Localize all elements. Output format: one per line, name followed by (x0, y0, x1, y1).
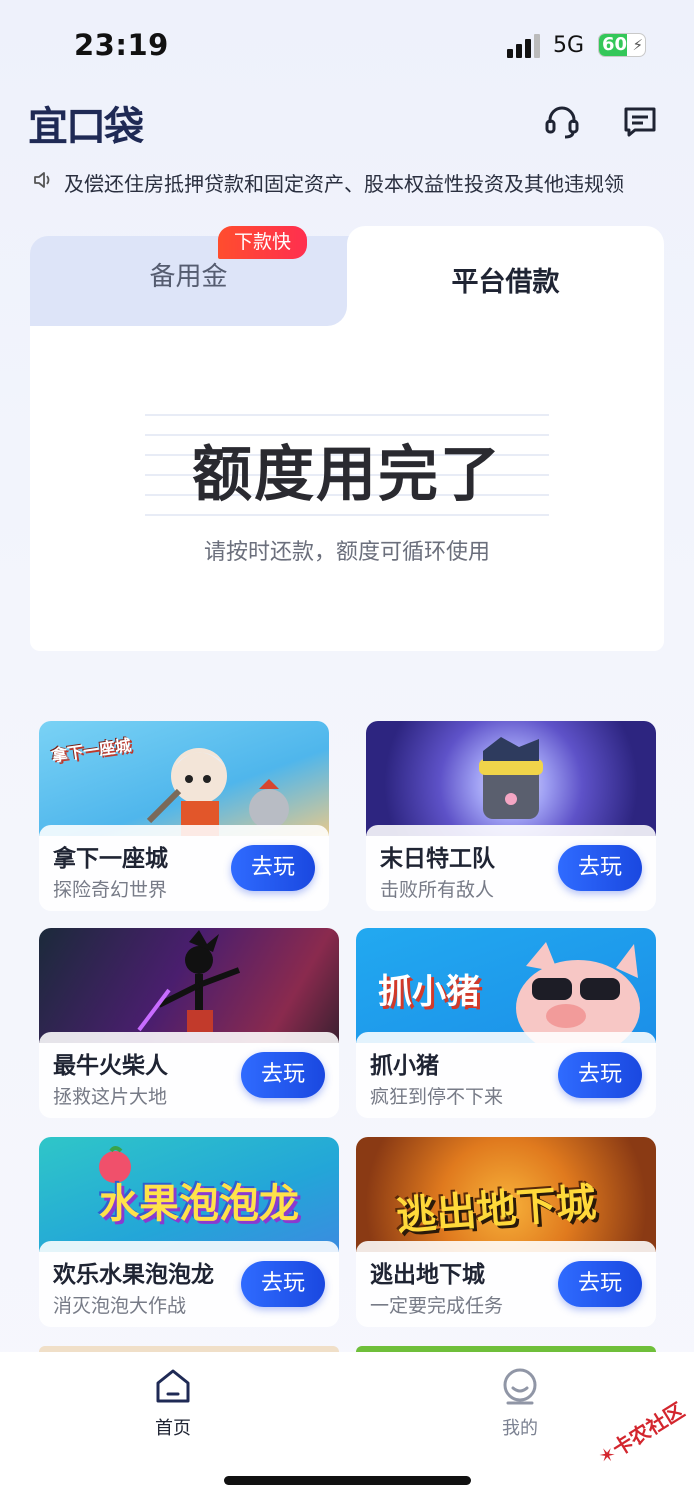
game-card-6[interactable]: 逃出地下城 逃出地下城 一定要完成任务 去玩 (356, 1137, 656, 1327)
game-desc: 疯狂到停不下来 (370, 1086, 504, 1108)
game-art: 逃出地下城 (356, 1137, 656, 1252)
nav-mine-label: 我的 (502, 1418, 538, 1439)
notice-bar[interactable]: 及偿还住房抵押贷款和固定资产、股本权益性投资及其他违规领 (32, 165, 662, 199)
game-art-title: 逃出地下城 (394, 1180, 598, 1240)
play-button[interactable]: 去玩 (241, 1052, 325, 1098)
game-art-title: 水果泡泡龙 (99, 1181, 299, 1227)
game-info: 拿下一座城 探险奇幻世界 去玩 (39, 825, 329, 911)
game-desc: 一定要完成任务 (370, 1295, 504, 1317)
game-card-3[interactable]: 最牛火柴人 拯救这片大地 去玩 (39, 928, 339, 1118)
game-info: 逃出地下城 一定要完成任务 去玩 (356, 1241, 656, 1327)
charging-icon: ⚡ (632, 36, 643, 54)
game-desc: 探险奇幻世界 (53, 879, 168, 901)
play-button[interactable]: 去玩 (558, 1261, 642, 1307)
battery-level: 60 (602, 34, 628, 55)
network-type: 5G (553, 33, 585, 58)
play-button[interactable]: 去玩 (241, 1261, 325, 1307)
notice-text: 及偿还住房抵押贷款和固定资产、股本权益性投资及其他违规领 (64, 171, 624, 196)
game-desc: 击败所有敌人 (380, 879, 495, 901)
game-info: 抓小猪 疯狂到停不下来 去玩 (356, 1032, 656, 1118)
game-card-4[interactable]: 抓小猪 抓小猪 疯狂到停不下来 去玩 (356, 928, 656, 1118)
speaker-icon (32, 169, 54, 195)
message-icon[interactable] (618, 100, 662, 144)
nav-home-label: 首页 (155, 1418, 191, 1439)
game-name: 拿下一座城 (53, 846, 168, 872)
signal-icon (507, 34, 543, 58)
battery-icon: 60 ⚡ (598, 33, 646, 57)
game-art-title: 抓小猪 (378, 972, 480, 1012)
game-art (39, 928, 339, 1043)
game-art: 水果泡泡龙 (39, 1137, 339, 1252)
quota-subtitle: 请按时还款，额度可循环使用 (203, 540, 490, 565)
quota-title: 额度用完了 (192, 440, 502, 510)
game-card-5[interactable]: 水果泡泡龙 欢乐水果泡泡龙 消灭泡泡大作战 去玩 (39, 1137, 339, 1327)
game-name: 抓小猪 (370, 1053, 439, 1079)
tab-backup-fund-label: 备用金 (149, 262, 228, 292)
game-art: 抓小猪 (356, 928, 656, 1043)
play-button[interactable]: 去玩 (231, 845, 315, 891)
game-name: 末日特工队 (380, 846, 495, 872)
home-indicator[interactable] (224, 1476, 471, 1485)
fast-payout-badge: 下款快 (218, 226, 308, 259)
status-time: 23:19 (74, 28, 169, 62)
nav-mine[interactable]: 我的 (460, 1366, 580, 1440)
loan-card: 备用金 下款快 平台借款 额度用完了 请按时还款，额度可循环使用 (30, 226, 664, 651)
nav-home[interactable]: 首页 (113, 1366, 233, 1440)
game-card-1[interactable]: 拿下一座城 拿下一座城 探险奇幻世界 去玩 (39, 721, 329, 911)
tab-platform-loan-label: 平台借款 (451, 267, 560, 298)
app-logo: 宜口袋 (28, 104, 144, 150)
headset-icon[interactable] (540, 100, 584, 144)
play-button[interactable]: 去玩 (558, 1052, 642, 1098)
game-art (366, 721, 656, 836)
play-button[interactable]: 去玩 (558, 845, 642, 891)
game-name: 欢乐水果泡泡龙 (53, 1262, 214, 1288)
tab-curve (327, 306, 347, 326)
game-desc: 拯救这片大地 (53, 1086, 168, 1108)
game-art-title: 拿下一座城 (50, 735, 133, 766)
game-name: 最牛火柴人 (53, 1053, 168, 1079)
game-name: 逃出地下城 (370, 1262, 485, 1288)
game-desc: 消灭泡泡大作战 (53, 1295, 187, 1317)
game-info: 末日特工队 击败所有敌人 去玩 (366, 825, 656, 911)
game-card-2[interactable]: 末日特工队 击败所有敌人 去玩 (366, 721, 656, 911)
app-header: 宜口袋 (0, 90, 694, 160)
game-info: 欢乐水果泡泡龙 消灭泡泡大作战 去玩 (39, 1241, 339, 1327)
status-bar: 23:19 5G 60 ⚡ (0, 0, 694, 90)
profile-icon (503, 1368, 537, 1405)
game-info: 最牛火柴人 拯救这片大地 去玩 (39, 1032, 339, 1118)
game-art: 拿下一座城 (39, 721, 329, 836)
home-icon (156, 1369, 190, 1403)
